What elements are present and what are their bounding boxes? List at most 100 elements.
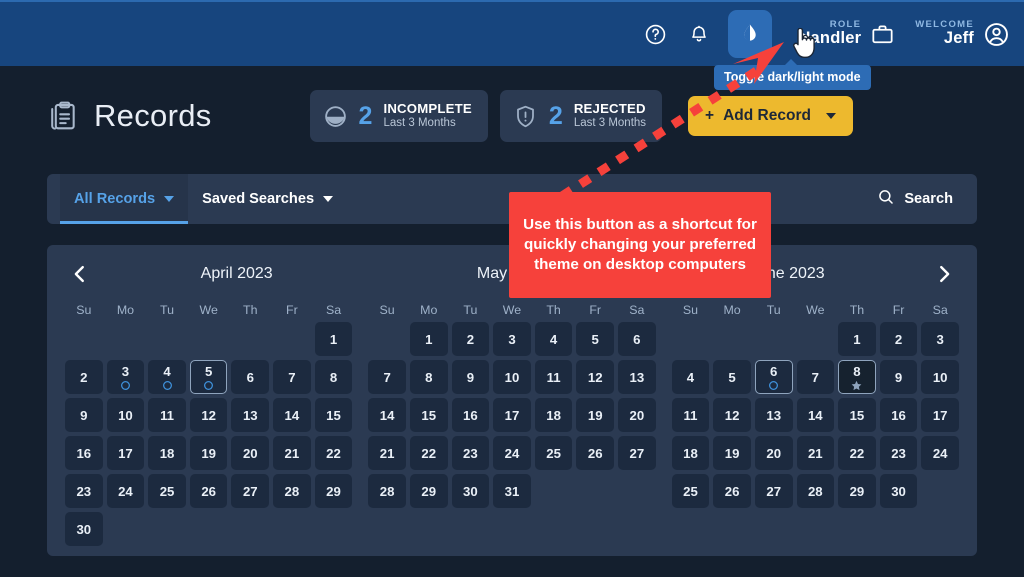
- calendar-day-cell[interactable]: 24: [106, 474, 145, 508]
- calendar-day-cell[interactable]: 4: [534, 322, 573, 356]
- calendar-day-cell[interactable]: 27: [618, 436, 656, 470]
- calendar-day-cell[interactable]: 7: [368, 360, 406, 394]
- prev-month-button[interactable]: [69, 263, 99, 285]
- calendar-day-cell[interactable]: 29: [409, 474, 448, 508]
- calendar-day-cell[interactable]: 11: [148, 398, 186, 432]
- calendar-day-cell[interactable]: 10: [106, 398, 145, 432]
- calendar-day-cell[interactable]: 30: [879, 474, 918, 508]
- calendar-day-cell[interactable]: 30: [451, 474, 490, 508]
- calendar-day-cell[interactable]: 12: [189, 398, 228, 432]
- tab-saved-searches[interactable]: Saved Searches: [188, 174, 347, 224]
- calendar-day-cell[interactable]: 21: [796, 436, 835, 470]
- calendar-day-cell[interactable]: 8: [409, 360, 448, 394]
- calendar-day-cell[interactable]: 12: [713, 398, 751, 432]
- calendar-day-cell[interactable]: 12: [576, 360, 615, 394]
- tab-all-records[interactable]: All Records: [60, 174, 189, 224]
- calendar-day-cell[interactable]: 19: [189, 436, 228, 470]
- calendar-day-cell[interactable]: 28: [368, 474, 406, 508]
- calendar-day-cell[interactable]: 2: [65, 360, 103, 394]
- calendar-day-cell[interactable]: 23: [65, 474, 103, 508]
- calendar-day-cell[interactable]: 17: [106, 436, 145, 470]
- calendar-day-cell[interactable]: 9: [451, 360, 490, 394]
- calendar-day-cell[interactable]: 21: [273, 436, 311, 470]
- calendar-day-cell[interactable]: 5: [713, 360, 751, 394]
- calendar-day-cell[interactable]: 18: [148, 436, 186, 470]
- calendar-day-cell[interactable]: 14: [273, 398, 311, 432]
- calendar-day-cell[interactable]: 5: [189, 360, 228, 394]
- calendar-day-cell[interactable]: 13: [754, 398, 793, 432]
- calendar-day-cell[interactable]: 20: [754, 436, 793, 470]
- calendar-day-cell[interactable]: 14: [796, 398, 835, 432]
- calendar-day-cell[interactable]: 7: [273, 360, 311, 394]
- user-circle-icon[interactable]: [983, 21, 1010, 48]
- calendar-day-cell[interactable]: 18: [671, 436, 710, 470]
- calendar-day-cell[interactable]: 24: [493, 436, 531, 470]
- calendar-day-cell[interactable]: 10: [921, 360, 959, 394]
- calendar-day-cell[interactable]: 26: [189, 474, 228, 508]
- calendar-day-cell[interactable]: 16: [879, 398, 918, 432]
- calendar-day-cell[interactable]: 1: [314, 322, 353, 356]
- help-icon[interactable]: [638, 17, 672, 51]
- calendar-day-cell[interactable]: 9: [65, 398, 103, 432]
- calendar-day-cell[interactable]: 29: [314, 474, 353, 508]
- calendar-day-cell[interactable]: 17: [921, 398, 959, 432]
- calendar-day-cell[interactable]: 19: [576, 398, 615, 432]
- calendar-day-cell[interactable]: 29: [838, 474, 876, 508]
- calendar-day-cell[interactable]: 5: [576, 322, 615, 356]
- calendar-day-cell[interactable]: 4: [671, 360, 710, 394]
- calendar-day-cell[interactable]: 26: [576, 436, 615, 470]
- add-record-button[interactable]: + Add Record: [688, 96, 853, 136]
- calendar-day-cell[interactable]: 28: [273, 474, 311, 508]
- calendar-day-cell[interactable]: 20: [231, 436, 270, 470]
- theme-toggle-button[interactable]: [728, 10, 773, 58]
- next-month-button[interactable]: [925, 263, 955, 285]
- calendar-day-cell[interactable]: 7: [796, 360, 835, 394]
- calendar-day-cell[interactable]: 2: [879, 322, 918, 356]
- calendar-day-cell[interactable]: 30: [65, 512, 103, 546]
- calendar-day-cell[interactable]: 25: [534, 436, 573, 470]
- calendar-day-cell[interactable]: 14: [368, 398, 406, 432]
- search-button[interactable]: Search: [877, 188, 953, 210]
- bell-icon[interactable]: [682, 17, 716, 51]
- calendar-day-cell[interactable]: 20: [618, 398, 656, 432]
- calendar-day-cell[interactable]: 25: [148, 474, 186, 508]
- calendar-day-cell[interactable]: 17: [493, 398, 531, 432]
- calendar-day-cell[interactable]: 8: [838, 360, 876, 394]
- calendar-day-cell[interactable]: 21: [368, 436, 406, 470]
- stat-card-rejected[interactable]: 2 REJECTED Last 3 Months: [499, 90, 663, 142]
- calendar-day-cell[interactable]: 3: [493, 322, 531, 356]
- calendar-day-cell[interactable]: 6: [754, 360, 793, 394]
- calendar-day-cell[interactable]: 6: [618, 322, 656, 356]
- calendar-day-cell[interactable]: 4: [148, 360, 186, 394]
- calendar-day-cell[interactable]: 16: [451, 398, 490, 432]
- calendar-day-cell[interactable]: 15: [409, 398, 448, 432]
- calendar-day-cell[interactable]: 9: [879, 360, 918, 394]
- calendar-day-cell[interactable]: 31: [493, 474, 531, 508]
- calendar-day-cell[interactable]: 16: [65, 436, 103, 470]
- calendar-day-cell[interactable]: 19: [713, 436, 751, 470]
- calendar-day-cell[interactable]: 13: [231, 398, 270, 432]
- calendar-day-cell[interactable]: 18: [534, 398, 573, 432]
- chevron-down-icon[interactable]: [825, 113, 836, 119]
- calendar-day-cell[interactable]: 11: [534, 360, 573, 394]
- calendar-day-cell[interactable]: 25: [671, 474, 710, 508]
- calendar-day-cell[interactable]: 22: [314, 436, 353, 470]
- calendar-day-cell[interactable]: 15: [314, 398, 353, 432]
- calendar-day-cell[interactable]: 3: [921, 322, 959, 356]
- calendar-day-cell[interactable]: 23: [451, 436, 490, 470]
- calendar-day-cell[interactable]: 15: [838, 398, 876, 432]
- stat-card-incomplete[interactable]: 2 INCOMPLETE Last 3 Months: [309, 90, 488, 142]
- calendar-day-cell[interactable]: 22: [409, 436, 448, 470]
- calendar-day-cell[interactable]: 22: [838, 436, 876, 470]
- calendar-day-cell[interactable]: 11: [671, 398, 710, 432]
- calendar-day-cell[interactable]: 28: [796, 474, 835, 508]
- calendar-day-cell[interactable]: 1: [409, 322, 448, 356]
- calendar-day-cell[interactable]: 3: [106, 360, 145, 394]
- calendar-day-cell[interactable]: 26: [713, 474, 751, 508]
- welcome-block[interactable]: WELCOME Jeff: [915, 20, 1010, 47]
- calendar-day-cell[interactable]: 27: [231, 474, 270, 508]
- calendar-day-cell[interactable]: 27: [754, 474, 793, 508]
- calendar-day-cell[interactable]: 2: [451, 322, 490, 356]
- calendar-day-cell[interactable]: 1: [838, 322, 876, 356]
- calendar-day-cell[interactable]: 23: [879, 436, 918, 470]
